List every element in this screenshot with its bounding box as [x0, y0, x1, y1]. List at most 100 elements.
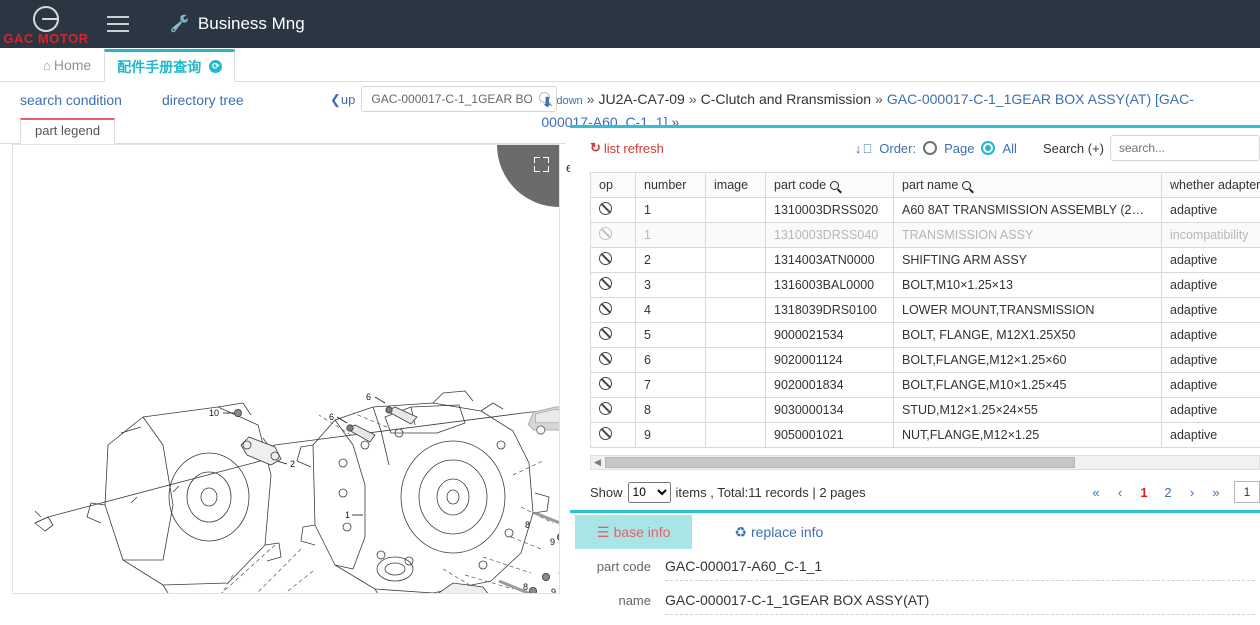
ban-icon[interactable] — [599, 277, 612, 290]
breadcrumb-bar: ❮up ⬇down»JU2A-CA7-09»C-Clutch and Rrans… — [330, 82, 1260, 130]
table-row[interactable]: 41318039DRS0100LOWER MOUNT,TRANSMISSIONa… — [591, 298, 1260, 323]
table-row[interactable]: 59000021534BOLT, FLANGE, M12X1.25X50adap… — [591, 323, 1260, 348]
order-radio-all[interactable] — [981, 141, 995, 155]
cell-op — [591, 223, 636, 248]
cell-part-code: 9000021534 — [766, 323, 894, 348]
table-row[interactable]: 11310003DRSS040TRANSMISSION ASSYincompat… — [591, 223, 1260, 248]
cell-part-name: SHIFTING ARM ASSY — [894, 248, 1162, 273]
table-search-label[interactable]: Search (+) — [1043, 141, 1104, 156]
hamburger-icon[interactable] — [98, 0, 138, 48]
ban-icon[interactable] — [599, 252, 612, 265]
col-part-code[interactable]: part code — [766, 173, 894, 198]
ban-icon[interactable] — [599, 377, 612, 390]
sub-tab-directory-tree[interactable]: directory tree — [162, 92, 244, 108]
callout-8: 8 — [525, 520, 530, 530]
table-horizontal-scrollbar[interactable]: ◀ — [590, 455, 1260, 470]
table-row[interactable]: 11310003DRSS020A60 8AT TRANSMISSION ASSE… — [591, 198, 1260, 223]
up-button[interactable]: ❮up — [330, 86, 355, 108]
callout-1: 1 — [345, 510, 350, 520]
scroll-left-arrow-icon[interactable]: ◀ — [591, 457, 604, 468]
cell-part-name: A60 8AT TRANSMISSION ASSEMBLY (2WD) — [894, 198, 1162, 223]
col-number[interactable]: number — [636, 173, 706, 198]
order-option-all-label[interactable]: All — [1002, 141, 1016, 156]
page-next-button[interactable]: › — [1180, 483, 1204, 502]
page-goto-input[interactable] — [1234, 481, 1260, 503]
tab-part-legend[interactable]: part legend — [20, 118, 115, 144]
cell-image — [706, 223, 766, 248]
detail-value-name: GAC-000017-C-1_1GEAR BOX ASSY(AT) — [665, 591, 1255, 615]
scrollbar-thumb[interactable] — [605, 457, 1075, 468]
pager-show-label: Show — [590, 485, 623, 500]
order-option-page-label[interactable]: Page — [944, 141, 974, 156]
col-part-name[interactable]: part name — [894, 173, 1162, 198]
col-part-name-search-icon[interactable] — [962, 181, 971, 190]
ban-icon[interactable] — [599, 327, 612, 340]
page-prev-button[interactable]: ‹ — [1108, 483, 1132, 502]
breadcrumb-search-input[interactable] — [369, 91, 534, 107]
page-button-2[interactable]: 2 — [1156, 483, 1180, 502]
download-icon[interactable]: ⬇ — [541, 92, 556, 107]
callout-9: 9 — [550, 537, 555, 547]
vehicle-thumbnail-icon — [528, 407, 560, 434]
cell-number: 6 — [636, 348, 706, 373]
ban-icon[interactable] — [599, 302, 612, 315]
tab-replace-info-label: replace info — [751, 524, 823, 540]
table-pager: Show 102050100 items , Total:11 records … — [590, 477, 1260, 507]
cell-whether-adapter: adaptive — [1162, 398, 1260, 423]
parts-table-container[interactable]: op number image part code part name whet… — [590, 172, 1260, 448]
parts-table: op number image part code part name whet… — [590, 172, 1260, 448]
page-button-1[interactable]: 1 — [1132, 483, 1156, 502]
list-refresh-label: list refresh — [604, 141, 664, 156]
page-last-button[interactable]: » — [1204, 483, 1228, 502]
module-title: Business Mng — [198, 14, 305, 34]
table-row[interactable]: 31316003BAL0000BOLT,M10×1.25×13adaptive — [591, 273, 1260, 298]
cell-part-name: BOLT,FLANGE,M12×1.25×60 — [894, 348, 1162, 373]
refresh-badge-icon[interactable]: ⟳ — [209, 60, 222, 73]
table-search-input[interactable] — [1110, 135, 1260, 161]
table-row[interactable]: 79020001834BOLT,FLANGE,M10×1.25×45adapti… — [591, 373, 1260, 398]
sort-az-icon: ↓ ᳐ — [855, 141, 872, 156]
col-part-code-search-icon[interactable] — [830, 181, 839, 190]
callout-2: 2 — [290, 459, 295, 469]
cell-whether-adapter: adaptive — [1162, 423, 1260, 448]
col-image[interactable]: image — [706, 173, 766, 198]
table-row[interactable]: 69020001124BOLT,FLANGE,M12×1.25×60adapti… — [591, 348, 1260, 373]
cell-whether-adapter: adaptive — [1162, 348, 1260, 373]
tab-parts-manual-query-label: 配件手册查询 — [117, 57, 201, 77]
cell-image — [706, 298, 766, 323]
table-row[interactable]: 99050001021NUT,FLANGE,M12×1.25adaptive — [591, 423, 1260, 448]
cell-op — [591, 348, 636, 373]
tab-base-info[interactable]: ☰ base info — [575, 515, 692, 549]
page-first-button[interactable]: « — [1084, 483, 1108, 502]
fullscreen-glyph — [534, 157, 549, 172]
breadcrumb-node-model[interactable]: JU2A-CA7-09 — [598, 91, 684, 107]
col-op[interactable]: op — [591, 173, 636, 198]
list-refresh-button[interactable]: ↻ list refresh — [590, 140, 664, 156]
cell-part-name: BOLT,FLANGE,M10×1.25×45 — [894, 373, 1162, 398]
breadcrumb-search-box[interactable] — [361, 86, 557, 112]
hamburger-bar — [107, 16, 129, 18]
table-row[interactable]: 21314003ATN0000SHIFTING ARM ASSYadaptive — [591, 248, 1260, 273]
window-tab-strip: ⌂ Home 配件手册查询 ⟳ — [0, 48, 1260, 82]
ban-icon[interactable] — [599, 352, 612, 365]
cell-op — [591, 423, 636, 448]
order-radio-page[interactable] — [923, 141, 937, 155]
sub-tab-search-condition[interactable]: search condition — [20, 92, 122, 108]
tab-home[interactable]: ⌂ Home — [30, 48, 104, 81]
cell-part-name: TRANSMISSION ASSY — [894, 223, 1162, 248]
cell-whether-adapter: adaptive — [1162, 323, 1260, 348]
cell-whether-adapter: incompatibility — [1162, 223, 1260, 248]
ban-icon[interactable] — [599, 402, 612, 415]
table-row[interactable]: 89030000134STUD,M12×1.25×24×55adaptive — [591, 398, 1260, 423]
ban-icon[interactable] — [599, 202, 612, 215]
tab-parts-manual-query[interactable]: 配件手册查询 ⟳ — [104, 49, 235, 82]
tab-replace-info[interactable]: ♻ replace info — [712, 515, 845, 549]
ban-icon[interactable] — [599, 227, 612, 240]
page-size-select[interactable]: 102050100 — [628, 482, 671, 503]
breadcrumb-node-group[interactable]: C-Clutch and Rransmission — [701, 91, 871, 107]
part-legend-diagram[interactable]: 10 2 6 6 1 8 9 8 9 7 7 4 5 5 5 — [12, 144, 560, 594]
ban-icon[interactable] — [599, 427, 612, 440]
cell-image — [706, 323, 766, 348]
col-whether-adapter[interactable]: whether adapter — [1162, 173, 1260, 198]
chevron-left-icon: ❮ — [330, 92, 341, 107]
